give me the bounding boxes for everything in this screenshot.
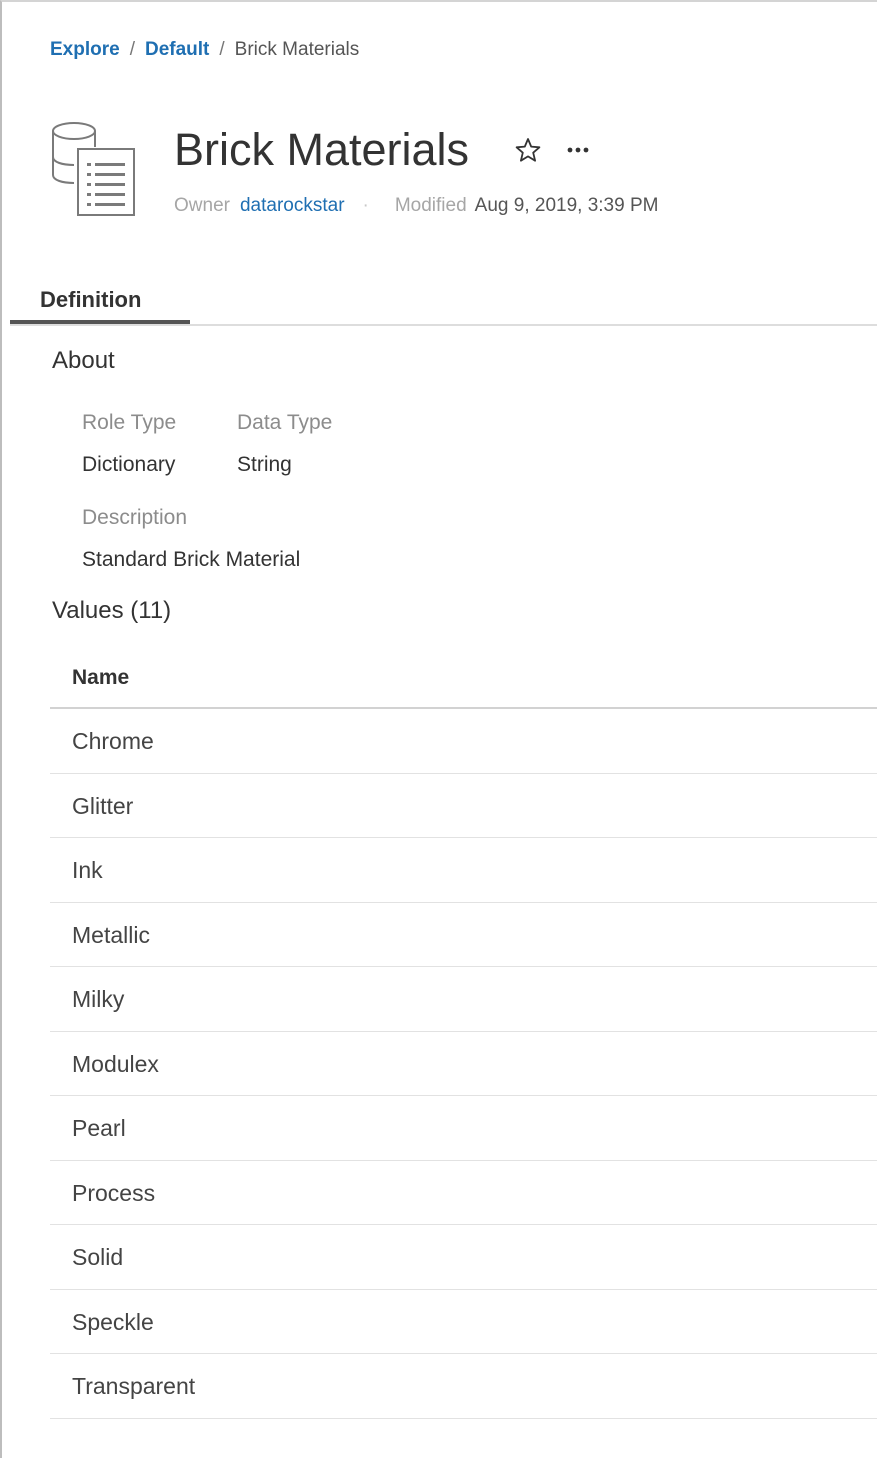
role-type-label: Role Type (82, 411, 177, 434)
metadata-row: Owner datarockstar · Modified Aug 9, 201… (174, 194, 658, 218)
table-row: Glitter (50, 774, 877, 838)
star-outline-icon (515, 138, 541, 162)
owner-link[interactable]: datarockstar (240, 194, 345, 218)
tab-definition[interactable]: Definition (10, 286, 190, 324)
table-row: Process (50, 1161, 877, 1225)
table-row: Speckle (50, 1290, 877, 1354)
column-header-name[interactable]: Name (50, 647, 877, 709)
page: Explore / Default / Brick Materials Bric… (0, 0, 877, 1458)
more-actions-button[interactable] (563, 135, 593, 165)
breadcrumb-separator: / (219, 39, 225, 60)
owner-label: Owner (174, 195, 230, 216)
modified-label: Modified (394, 195, 467, 216)
breadcrumb-separator: / (129, 39, 135, 60)
table-row: Metallic (50, 903, 877, 967)
table-row: Transparent (50, 1354, 877, 1419)
about-heading: About (52, 347, 115, 374)
role-type-value: Dictionary (82, 453, 176, 476)
breadcrumb-link-default[interactable]: Default (145, 38, 209, 62)
values-heading: Values (11) (52, 597, 172, 624)
table-row: Pearl (50, 1096, 877, 1161)
page-title: Brick Materials (174, 124, 470, 175)
metadata-separator: · (362, 195, 369, 216)
table-row: Modulex (50, 1032, 877, 1096)
values-table: Name Chrome Glitter Ink Metallic Milky M… (50, 647, 877, 1419)
table-row: Chrome (50, 709, 877, 774)
description-value: Standard Brick Material (82, 548, 301, 571)
table-row: Solid (50, 1225, 877, 1290)
data-type-value: String (237, 453, 292, 476)
breadcrumb-link-explore[interactable]: Explore (50, 38, 120, 62)
table-row: Milky (50, 967, 877, 1032)
data-type-label: Data Type (237, 411, 333, 434)
breadcrumb: Explore / Default / Brick Materials (50, 38, 359, 62)
tab-strip: Definition (10, 286, 877, 326)
favorite-button[interactable] (513, 135, 543, 165)
breadcrumb-current: Brick Materials (234, 39, 360, 60)
description-label: Description (82, 506, 188, 529)
table-row: Ink (50, 838, 877, 903)
more-actions-icon (567, 147, 589, 153)
title-row: Brick Materials (174, 122, 593, 178)
database-document-icon (50, 117, 140, 221)
modified-date: Aug 9, 2019, 3:39 PM (474, 195, 659, 216)
